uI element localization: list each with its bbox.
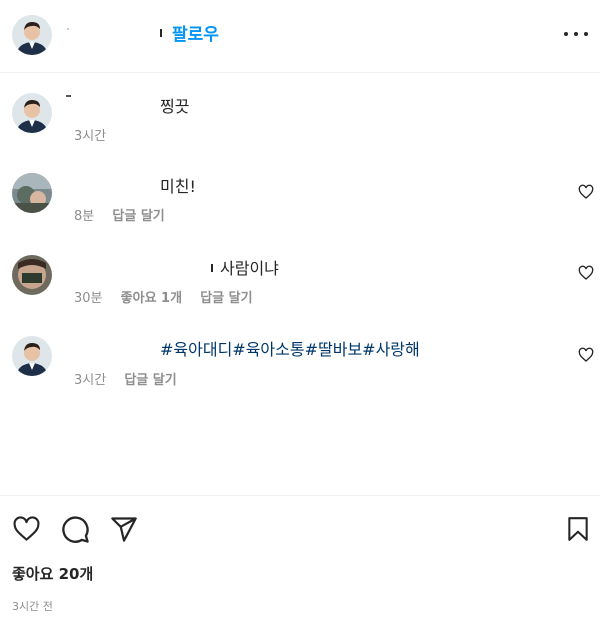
commenter-avatar[interactable] — [12, 173, 52, 213]
comment-like-heart-icon[interactable] — [578, 184, 594, 200]
username-redacted-mark — [160, 29, 162, 37]
comment-time: 3시간 — [74, 129, 107, 144]
post-actions: 좋아요 20개 3시간 전 — [0, 495, 600, 630]
comment-meta: 3시간 — [74, 125, 120, 144]
commenter-avatar[interactable] — [12, 255, 52, 295]
comment-time: 8분 — [74, 209, 95, 224]
comment-text: 사람이냐 — [220, 259, 279, 278]
hashtag-link[interactable]: #육아소통 — [232, 340, 304, 359]
comment-text: 미친! — [160, 177, 196, 196]
reply-button[interactable]: 답글 달기 — [112, 209, 164, 224]
username-redacted-mark — [211, 264, 213, 272]
reply-button[interactable]: 답글 달기 — [124, 373, 176, 388]
username-redacted-mark — [66, 95, 71, 97]
commenter-avatar[interactable] — [12, 93, 52, 133]
comment-meta: 8분 답글 달기 — [74, 205, 179, 224]
comment-meta: 3시간 답글 달기 — [74, 369, 191, 388]
follow-button[interactable]: 팔로우 — [172, 20, 219, 45]
post-timestamp: 3시간 전 — [12, 600, 53, 613]
comment-text: 찡끗 — [160, 97, 190, 116]
more-horizontal-icon[interactable] — [562, 22, 590, 46]
share-send-icon[interactable] — [110, 515, 138, 543]
hashtag-link[interactable]: #육아대디 — [160, 340, 232, 359]
comment-meta: 30분 좋아요 1개 답글 달기 — [74, 287, 267, 306]
reply-button[interactable]: 답글 달기 — [200, 291, 252, 306]
comment-like-heart-icon[interactable] — [578, 347, 594, 363]
hashtag-link[interactable]: #사랑해 — [362, 340, 420, 359]
comment-hashtags: #육아대디#육아소통#딸바보#사랑해 — [160, 336, 420, 360]
comment-time: 3시간 — [74, 373, 107, 388]
comment-like-heart-icon[interactable] — [578, 265, 594, 281]
comment-time: 30분 — [74, 291, 103, 306]
comment-bubble-icon[interactable] — [61, 515, 90, 544]
hashtag-link[interactable]: #딸바보 — [305, 340, 363, 359]
author-avatar[interactable] — [12, 15, 52, 55]
commenter-avatar[interactable] — [12, 336, 52, 376]
likes-count[interactable]: 좋아요 20개 — [12, 563, 93, 584]
like-heart-icon[interactable] — [12, 516, 41, 543]
comment-likes-count[interactable]: 좋아요 1개 — [121, 291, 182, 306]
username-redacted-mark — [67, 28, 69, 30]
post-header: 팔로우 — [0, 0, 600, 73]
save-bookmark-icon[interactable] — [565, 515, 591, 543]
